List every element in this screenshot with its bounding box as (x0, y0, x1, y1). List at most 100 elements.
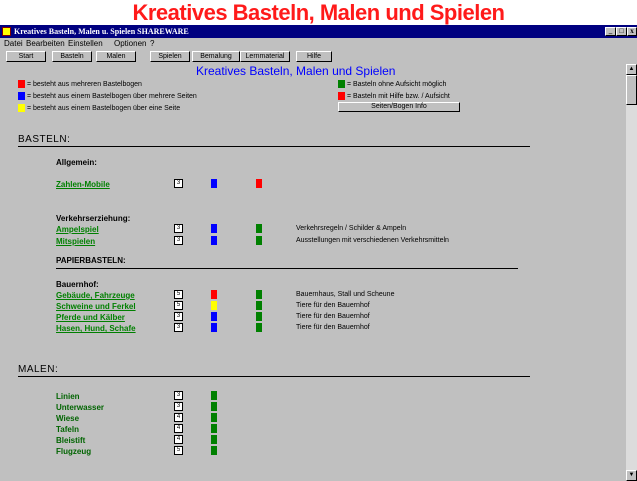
legend-red2-text: = Basteln mit Hilfe bzw. / Aufsicht (346, 92, 450, 100)
difficulty-badge: 3 (174, 323, 183, 332)
tab-hilfe[interactable]: Hilfe (296, 51, 332, 62)
difficulty-badge: 3 (174, 312, 183, 321)
scroll-down-icon[interactable]: ▼ (626, 470, 637, 481)
legend-red-row: = besteht aus mehreren Bastelbogen (18, 80, 142, 88)
menu-item-einstellen[interactable]: Einstellen (68, 38, 103, 49)
category-bauernhof: Bauernhof: (56, 280, 99, 289)
link-tafeln[interactable]: Tafeln (56, 425, 79, 434)
legend-blue-text: = besteht aus einem Bastelbogen über meh… (26, 92, 197, 100)
minimize-button[interactable]: _ (605, 27, 616, 36)
item-description: Verkehrsregeln / Schilder & Ampeln (296, 225, 407, 232)
link-linien[interactable]: Linien (56, 392, 80, 401)
tab-bemalung[interactable]: Bemalung (192, 51, 240, 62)
red-figure-icon (338, 92, 345, 100)
legend-yellow-row: = besteht aus einem Bastelbogen über ein… (18, 104, 180, 112)
green-figure-icon (338, 80, 345, 88)
window-title: Kreatives Basteln, Malen u. Spielen SHAR… (14, 27, 189, 36)
menu-bar: Datei Bearbeiten Einstellen Optionen ? (0, 38, 637, 49)
link-bleistift[interactable]: Bleistift (56, 436, 85, 445)
link-pferde-kaelber[interactable]: Pferde und Kälber (56, 313, 125, 322)
app-window: Kreatives Basteln, Malen u. Spielen SHAR… (0, 25, 637, 481)
page-banner: Kreatives Basteln, Malen und Spielen (0, 0, 637, 25)
menu-item-help[interactable]: ? (150, 38, 154, 49)
scroll-up-icon[interactable]: ▲ (626, 64, 637, 75)
blue-figure-icon (211, 224, 217, 233)
difficulty-badge: 3 (174, 179, 183, 188)
green-figure-icon (211, 402, 217, 411)
blue-figure-icon (211, 323, 217, 332)
seiten-info-button[interactable]: Seiten/Bogen Info (338, 102, 460, 112)
green-figure-icon (256, 323, 262, 332)
green-figure-icon (256, 236, 262, 245)
link-zahlen-mobile[interactable]: Zahlen-Mobile (56, 180, 110, 189)
vertical-scrollbar[interactable]: ▲ ▼ (626, 64, 637, 481)
blue-figure-icon (211, 236, 217, 245)
category-allgemein: Allgemein: (56, 158, 97, 167)
section-papierbasteln-title: PAPIERBASTELN: (56, 256, 126, 265)
item-description: Tiere für den Bauernhof (296, 302, 370, 309)
green-figure-icon (256, 224, 262, 233)
difficulty-badge: 4 (174, 435, 183, 444)
divider (18, 376, 530, 377)
tab-start[interactable]: Start (6, 51, 46, 62)
app-icon (2, 27, 11, 36)
divider (56, 268, 518, 269)
tab-basteln[interactable]: Basteln (52, 51, 92, 62)
item-description: Tiere für den Bauernhof (296, 324, 370, 331)
item-description: Ausstellungen mit verschiedenen Verkehrs… (296, 237, 449, 244)
link-schweine-ferkel[interactable]: Schweine und Ferkel (56, 302, 136, 311)
scroll-thumb[interactable] (626, 75, 637, 105)
green-figure-icon (211, 424, 217, 433)
category-verkehrserziehung: Verkehrserziehung: (56, 214, 131, 223)
link-wiese[interactable]: Wiese (56, 414, 79, 423)
item-description: Tiere für den Bauernhof (296, 313, 370, 320)
link-gebaeude-fahrzeuge[interactable]: Gebäude, Fahrzeuge (56, 291, 135, 300)
legend-red-text: = besteht aus mehreren Bastelbogen (26, 80, 142, 88)
legend-yellow-text: = besteht aus einem Bastelbogen über ein… (26, 104, 181, 112)
difficulty-badge: 4 (174, 424, 183, 433)
difficulty-badge: 3 (174, 224, 183, 233)
difficulty-badge: 3 (174, 402, 183, 411)
difficulty-badge: 3 (174, 236, 183, 245)
green-figure-icon (256, 312, 262, 321)
difficulty-badge: 5 (174, 446, 183, 455)
yellow-figure-icon (18, 104, 25, 112)
link-ampelspiel[interactable]: Ampelspiel (56, 225, 99, 234)
menu-item-bearbeiten[interactable]: Bearbeiten (26, 38, 65, 49)
red-figure-icon (18, 80, 25, 88)
section-basteln-title: BASTELN: (18, 134, 71, 145)
green-figure-icon (211, 413, 217, 422)
difficulty-badge: 3 (174, 391, 183, 400)
green-figure-icon (211, 435, 217, 444)
page-heading: Kreatives Basteln, Malen und Spielen (196, 64, 396, 78)
tab-lernmaterial[interactable]: Lernmaterial (240, 51, 290, 62)
blue-figure-icon (211, 312, 217, 321)
red-figure-icon (256, 179, 262, 188)
menu-item-optionen[interactable]: Optionen (114, 38, 146, 49)
green-figure-icon (256, 301, 262, 310)
red-figure-icon (211, 290, 217, 299)
difficulty-badge: 5 (174, 301, 183, 310)
difficulty-badge: 4 (174, 413, 183, 422)
menu-item-datei[interactable]: Datei (4, 38, 23, 49)
green-figure-icon (211, 446, 217, 455)
section-malen-title: MALEN: (18, 364, 59, 375)
maximize-button[interactable]: □ (616, 27, 627, 36)
close-button[interactable]: x (627, 27, 637, 36)
yellow-figure-icon (211, 301, 217, 310)
link-hasen-hund-schafe[interactable]: Hasen, Hund, Schafe (56, 324, 136, 333)
tab-spielen[interactable]: Spielen (150, 51, 190, 62)
link-unterwasser[interactable]: Unterwasser (56, 403, 104, 412)
title-bar: Kreatives Basteln, Malen u. Spielen SHAR… (0, 25, 637, 38)
tab-malen[interactable]: Malen (96, 51, 136, 62)
green-figure-icon (256, 290, 262, 299)
blue-figure-icon (211, 179, 217, 188)
link-mitspielen[interactable]: Mitspielen (56, 237, 95, 246)
link-flugzeug[interactable]: Flugzeug (56, 447, 91, 456)
legend-red2-row: = Basteln mit Hilfe bzw. / Aufsicht (338, 92, 450, 100)
green-figure-icon (211, 391, 217, 400)
tab-bar: Start Basteln Malen Spielen Bemalung Ler… (0, 50, 637, 64)
legend-green-text: = Basteln ohne Aufsicht möglich (346, 80, 447, 88)
document-page: Kreatives Basteln, Malen und Spielen = b… (8, 64, 622, 481)
divider (18, 146, 530, 147)
